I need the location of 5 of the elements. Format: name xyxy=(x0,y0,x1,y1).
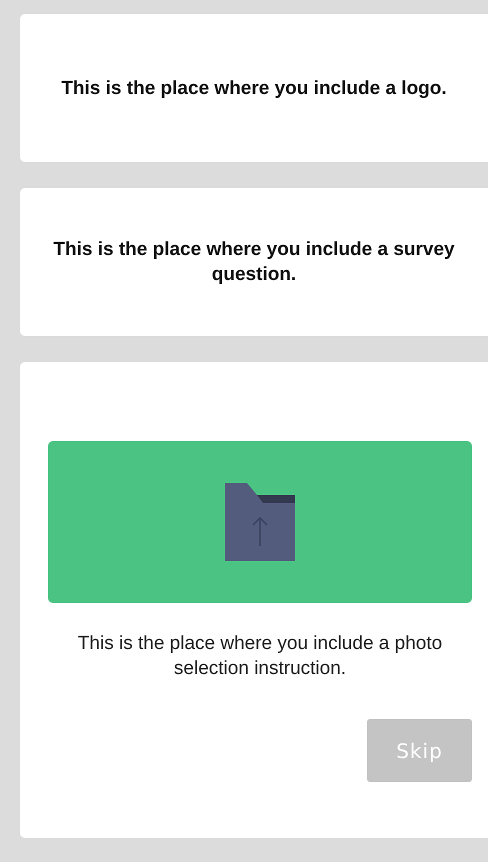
folder-upload-icon xyxy=(225,483,295,562)
photo-upload-area[interactable] xyxy=(48,441,472,604)
photo-instruction-text: This is the place where you include a photo selection instruction. xyxy=(76,632,444,682)
logo-placeholder-text: This is the place where you include a logo. xyxy=(61,76,447,101)
survey-question-text: This is the place where you include a survey question. xyxy=(52,238,456,288)
